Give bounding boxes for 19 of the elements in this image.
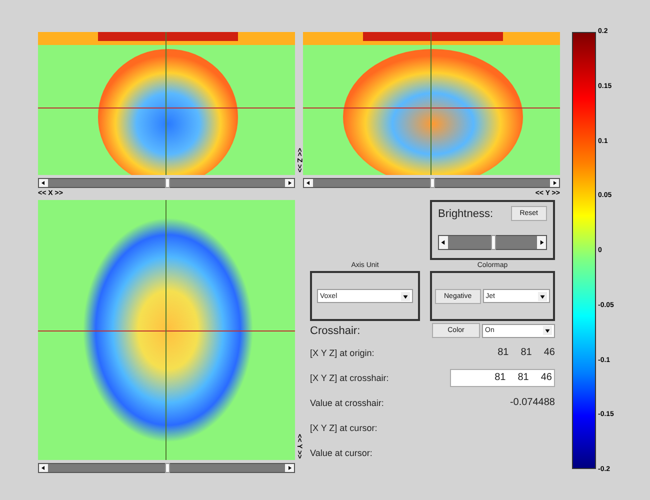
slider[interactable] [38,178,295,188]
coordinate-field[interactable]: 81 81 46 [450,368,555,386]
slider[interactable] [38,463,295,473]
info-label: Value at crosshair: [310,398,384,408]
info-value: 81 [498,347,509,358]
slider[interactable] [303,178,560,188]
info-label: [X Y Z] at origin: [310,348,374,358]
crosshair-label: Crosshair: [310,324,362,336]
info-label: [X Y Z] at crosshair: [310,372,389,382]
caret-icon [543,326,552,335]
caret-icon [401,292,410,300]
info-value: 46 [544,347,555,358]
info-label: Value at cursor: [310,448,372,458]
info-value: 81 [520,347,532,358]
info-label: [X Y Z] at cursor: [310,422,378,432]
brightness-label: Brightness: [438,208,494,220]
info-value: -0.074488 [510,397,555,408]
brightness-slider[interactable] [438,235,547,250]
caret-icon [538,292,547,300]
